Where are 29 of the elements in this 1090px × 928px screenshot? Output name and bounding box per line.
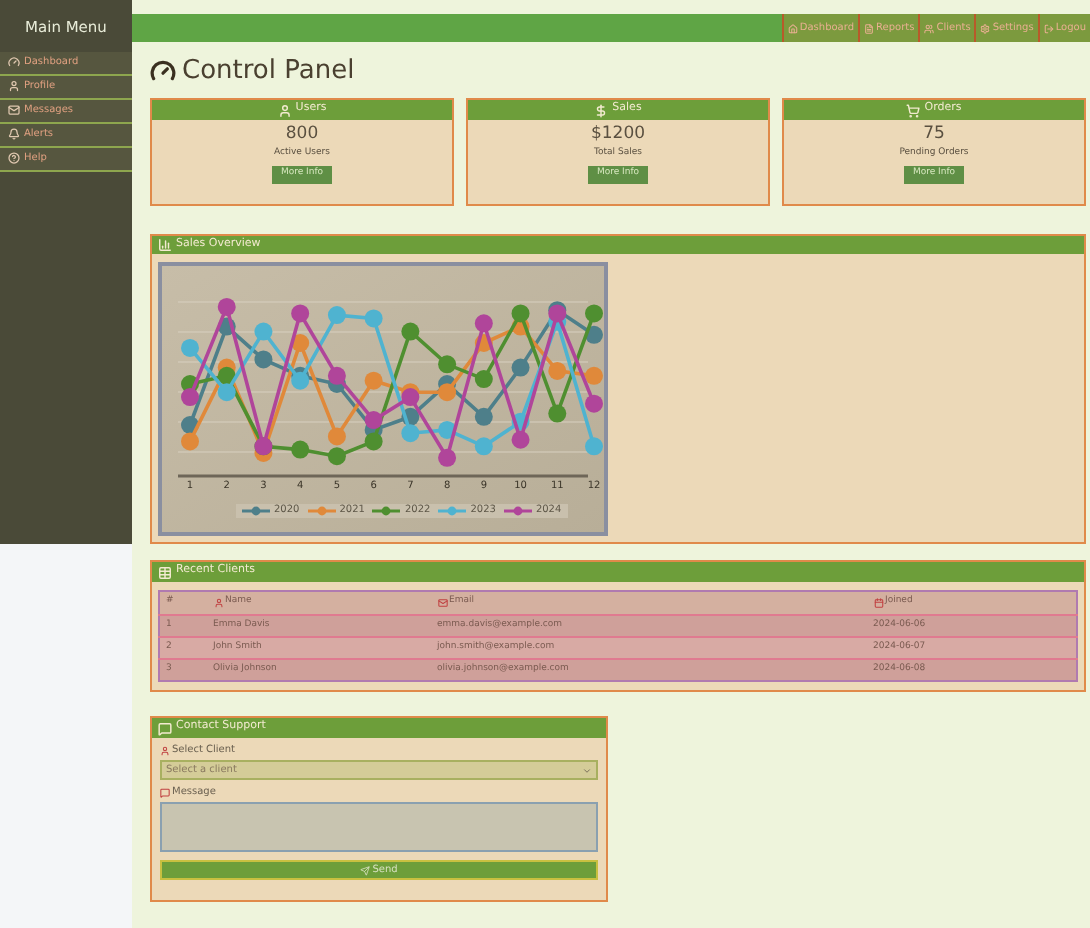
gauge-icon: [150, 58, 176, 84]
user-icon: [160, 746, 170, 756]
table-icon: [158, 565, 172, 579]
dashboard-icon: [8, 56, 20, 68]
home-icon: [787, 23, 798, 33]
report-icon: [864, 23, 875, 33]
message-field[interactable]: [160, 802, 598, 852]
message-icon: [160, 788, 170, 798]
user-icon: [213, 598, 223, 608]
mail-icon: [8, 104, 20, 116]
user-icon: [277, 103, 292, 117]
users-icon: [924, 23, 935, 33]
logout-icon: [1043, 23, 1054, 33]
stat-value: 75: [923, 126, 945, 143]
user-icon: [8, 80, 20, 92]
bell-icon: [8, 128, 20, 140]
stat-value: $1200: [590, 126, 646, 143]
dropdown-caret-icon: [582, 765, 592, 775]
mail-icon: [437, 598, 447, 608]
calendar-icon: [873, 598, 883, 608]
dollar-icon: [594, 103, 609, 117]
cart-icon: [906, 103, 921, 117]
stat-value: 800: [285, 126, 319, 143]
settings-icon: [980, 23, 991, 33]
help-icon: [8, 152, 20, 164]
send-icon: [360, 865, 371, 875]
chart-icon: [158, 238, 172, 252]
message-icon: [158, 721, 172, 735]
page-title: Control Panel: [182, 58, 355, 84]
